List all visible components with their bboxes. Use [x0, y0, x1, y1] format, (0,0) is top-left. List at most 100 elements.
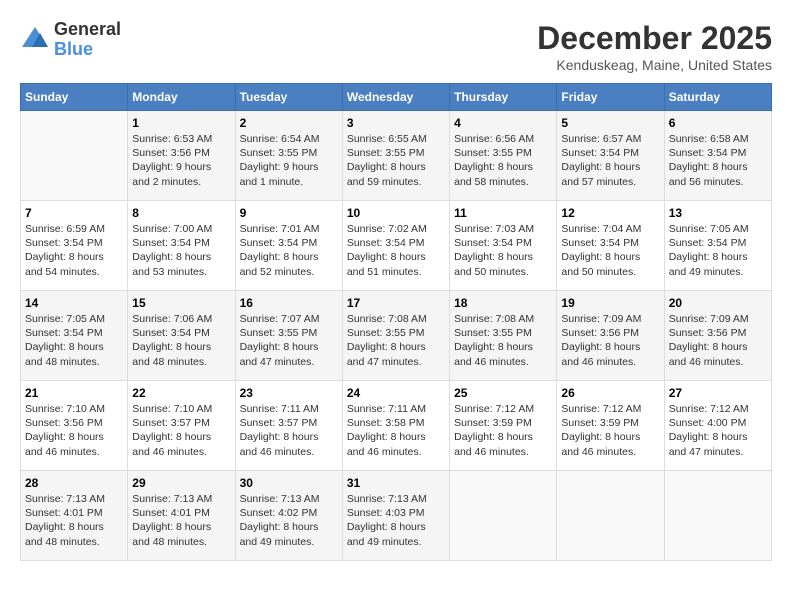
- day-number: 26: [561, 386, 659, 400]
- day-info: Sunrise: 7:07 AM Sunset: 3:55 PM Dayligh…: [240, 312, 338, 369]
- day-info: Sunrise: 7:11 AM Sunset: 3:57 PM Dayligh…: [240, 402, 338, 459]
- calendar-cell: [450, 471, 557, 561]
- day-number: 28: [25, 476, 123, 490]
- calendar-cell: 6Sunrise: 6:58 AM Sunset: 3:54 PM Daylig…: [664, 111, 771, 201]
- calendar-cell: [21, 111, 128, 201]
- calendar-cell: 23 Sunrise: 7:11 AM Sunset: 3:57 PM Dayli…: [235, 381, 342, 471]
- day-info: Sunrise: 7:13 AM Sunset: 4:01 PM Dayligh…: [25, 492, 123, 549]
- calendar-cell: 19Sunrise: 7:09 AM Sunset: 3:56 PM Dayli…: [557, 291, 664, 381]
- day-info: Sunrise: 7:10 AM Sunset: 3:56 PM Dayligh…: [25, 402, 123, 459]
- calendar-cell: 31 Sunrise: 7:13 AM Sunset: 4:03 PM Dayli…: [342, 471, 449, 561]
- header-cell-sunday: Sunday: [21, 84, 128, 111]
- calendar-cell: 12 Sunrise: 7:04 AM Sunset: 3:54 PM Dayli…: [557, 201, 664, 291]
- day-info: Sunrise: 7:00 AM Sunset: 3:54 PM Dayligh…: [132, 222, 230, 279]
- day-number: 23: [240, 386, 338, 400]
- calendar-body: 1 Sunrise: 6:53 AM Sunset: 3:56 PM Daylig…: [21, 111, 772, 561]
- day-number: 4: [454, 116, 552, 130]
- header-cell-friday: Friday: [557, 84, 664, 111]
- calendar-cell: 1 Sunrise: 6:53 AM Sunset: 3:56 PM Daylig…: [128, 111, 235, 201]
- day-info: Sunrise: 6:55 AM Sunset: 3:55 PM Dayligh…: [347, 132, 445, 189]
- day-info: Sunrise: 7:13 AM Sunset: 4:02 PM Dayligh…: [240, 492, 338, 549]
- title-section: December 2025 Kenduskeag, Maine, United …: [537, 20, 772, 73]
- day-info: Sunrise: 7:12 AM Sunset: 3:59 PM Dayligh…: [561, 402, 659, 459]
- calendar-cell: 17 Sunrise: 7:08 AM Sunset: 3:55 PM Dayli…: [342, 291, 449, 381]
- main-title: December 2025: [537, 20, 772, 57]
- day-info: Sunrise: 7:12 AM Sunset: 4:00 PM Dayligh…: [669, 402, 767, 459]
- day-number: 24: [347, 386, 445, 400]
- calendar-cell: [664, 471, 771, 561]
- calendar-cell: 16 Sunrise: 7:07 AM Sunset: 3:55 PM Dayli…: [235, 291, 342, 381]
- calendar-cell: 11 Sunrise: 7:03 AM Sunset: 3:54 PM Dayli…: [450, 201, 557, 291]
- calendar-cell: 28 Sunrise: 7:13 AM Sunset: 4:01 PM Dayli…: [21, 471, 128, 561]
- logo-general: General: [54, 20, 121, 40]
- header-cell-thursday: Thursday: [450, 84, 557, 111]
- subtitle: Kenduskeag, Maine, United States: [537, 57, 772, 73]
- day-number: 15: [132, 296, 230, 310]
- calendar-cell: 25Sunrise: 7:12 AM Sunset: 3:59 PM Dayli…: [450, 381, 557, 471]
- day-number: 29: [132, 476, 230, 490]
- day-number: 10: [347, 206, 445, 220]
- day-number: 2: [240, 116, 338, 130]
- week-row-1: 1 Sunrise: 6:53 AM Sunset: 3:56 PM Daylig…: [21, 111, 772, 201]
- calendar-cell: 29 Sunrise: 7:13 AM Sunset: 4:01 PM Dayli…: [128, 471, 235, 561]
- day-info: Sunrise: 7:13 AM Sunset: 4:03 PM Dayligh…: [347, 492, 445, 549]
- day-number: 9: [240, 206, 338, 220]
- day-info: Sunrise: 6:59 AM Sunset: 3:54 PM Dayligh…: [25, 222, 123, 279]
- day-info: Sunrise: 7:05 AM Sunset: 3:54 PM Dayligh…: [25, 312, 123, 369]
- day-info: Sunrise: 7:02 AM Sunset: 3:54 PM Dayligh…: [347, 222, 445, 279]
- week-row-3: 14 Sunrise: 7:05 AM Sunset: 3:54 PM Dayli…: [21, 291, 772, 381]
- day-info: Sunrise: 6:57 AM Sunset: 3:54 PM Dayligh…: [561, 132, 659, 189]
- calendar-cell: 2Sunrise: 6:54 AM Sunset: 3:55 PM Daylig…: [235, 111, 342, 201]
- day-number: 12: [561, 206, 659, 220]
- day-info: Sunrise: 7:10 AM Sunset: 3:57 PM Dayligh…: [132, 402, 230, 459]
- page-header: General Blue December 2025 Kenduskeag, M…: [20, 20, 772, 73]
- day-number: 13: [669, 206, 767, 220]
- calendar-cell: 21Sunrise: 7:10 AM Sunset: 3:56 PM Dayli…: [21, 381, 128, 471]
- calendar-cell: 30 Sunrise: 7:13 AM Sunset: 4:02 PM Dayli…: [235, 471, 342, 561]
- calendar-cell: 13Sunrise: 7:05 AM Sunset: 3:54 PM Dayli…: [664, 201, 771, 291]
- day-info: Sunrise: 7:13 AM Sunset: 4:01 PM Dayligh…: [132, 492, 230, 549]
- day-number: 20: [669, 296, 767, 310]
- logo: General Blue: [20, 20, 121, 60]
- day-number: 5: [561, 116, 659, 130]
- day-number: 19: [561, 296, 659, 310]
- day-number: 27: [669, 386, 767, 400]
- header-cell-saturday: Saturday: [664, 84, 771, 111]
- calendar-cell: 18 Sunrise: 7:08 AM Sunset: 3:55 PM Dayli…: [450, 291, 557, 381]
- day-info: Sunrise: 7:04 AM Sunset: 3:54 PM Dayligh…: [561, 222, 659, 279]
- calendar-cell: 26 Sunrise: 7:12 AM Sunset: 3:59 PM Dayli…: [557, 381, 664, 471]
- calendar-cell: 3Sunrise: 6:55 AM Sunset: 3:55 PM Daylig…: [342, 111, 449, 201]
- day-info: Sunrise: 7:08 AM Sunset: 3:55 PM Dayligh…: [347, 312, 445, 369]
- day-number: 30: [240, 476, 338, 490]
- day-number: 22: [132, 386, 230, 400]
- day-number: 14: [25, 296, 123, 310]
- day-info: Sunrise: 7:12 AM Sunset: 3:59 PM Dayligh…: [454, 402, 552, 459]
- calendar-cell: [557, 471, 664, 561]
- calendar-cell: 22 Sunrise: 7:10 AM Sunset: 3:57 PM Dayli…: [128, 381, 235, 471]
- day-number: 17: [347, 296, 445, 310]
- calendar-cell: 27 Sunrise: 7:12 AM Sunset: 4:00 PM Dayli…: [664, 381, 771, 471]
- day-number: 8: [132, 206, 230, 220]
- logo-text: General Blue: [54, 20, 121, 60]
- header-cell-tuesday: Tuesday: [235, 84, 342, 111]
- day-number: 16: [240, 296, 338, 310]
- day-number: 1: [132, 116, 230, 130]
- day-number: 31: [347, 476, 445, 490]
- calendar-cell: 20 Sunrise: 7:09 AM Sunset: 3:56 PM Dayli…: [664, 291, 771, 381]
- calendar-cell: 9Sunrise: 7:01 AM Sunset: 3:54 PM Daylig…: [235, 201, 342, 291]
- day-info: Sunrise: 6:53 AM Sunset: 3:56 PM Dayligh…: [132, 132, 230, 189]
- logo-blue: Blue: [54, 40, 121, 60]
- day-info: Sunrise: 7:09 AM Sunset: 3:56 PM Dayligh…: [669, 312, 767, 369]
- calendar-cell: 5 Sunrise: 6:57 AM Sunset: 3:54 PM Daylig…: [557, 111, 664, 201]
- day-number: 11: [454, 206, 552, 220]
- header-cell-monday: Monday: [128, 84, 235, 111]
- week-row-4: 21Sunrise: 7:10 AM Sunset: 3:56 PM Dayli…: [21, 381, 772, 471]
- day-number: 18: [454, 296, 552, 310]
- day-info: Sunrise: 7:03 AM Sunset: 3:54 PM Dayligh…: [454, 222, 552, 279]
- day-info: Sunrise: 6:58 AM Sunset: 3:54 PM Dayligh…: [669, 132, 767, 189]
- calendar-cell: 8 Sunrise: 7:00 AM Sunset: 3:54 PM Daylig…: [128, 201, 235, 291]
- week-row-5: 28 Sunrise: 7:13 AM Sunset: 4:01 PM Dayli…: [21, 471, 772, 561]
- calendar-header: SundayMondayTuesdayWednesdayThursdayFrid…: [21, 84, 772, 111]
- calendar-cell: 24Sunrise: 7:11 AM Sunset: 3:58 PM Dayli…: [342, 381, 449, 471]
- day-info: Sunrise: 7:08 AM Sunset: 3:55 PM Dayligh…: [454, 312, 552, 369]
